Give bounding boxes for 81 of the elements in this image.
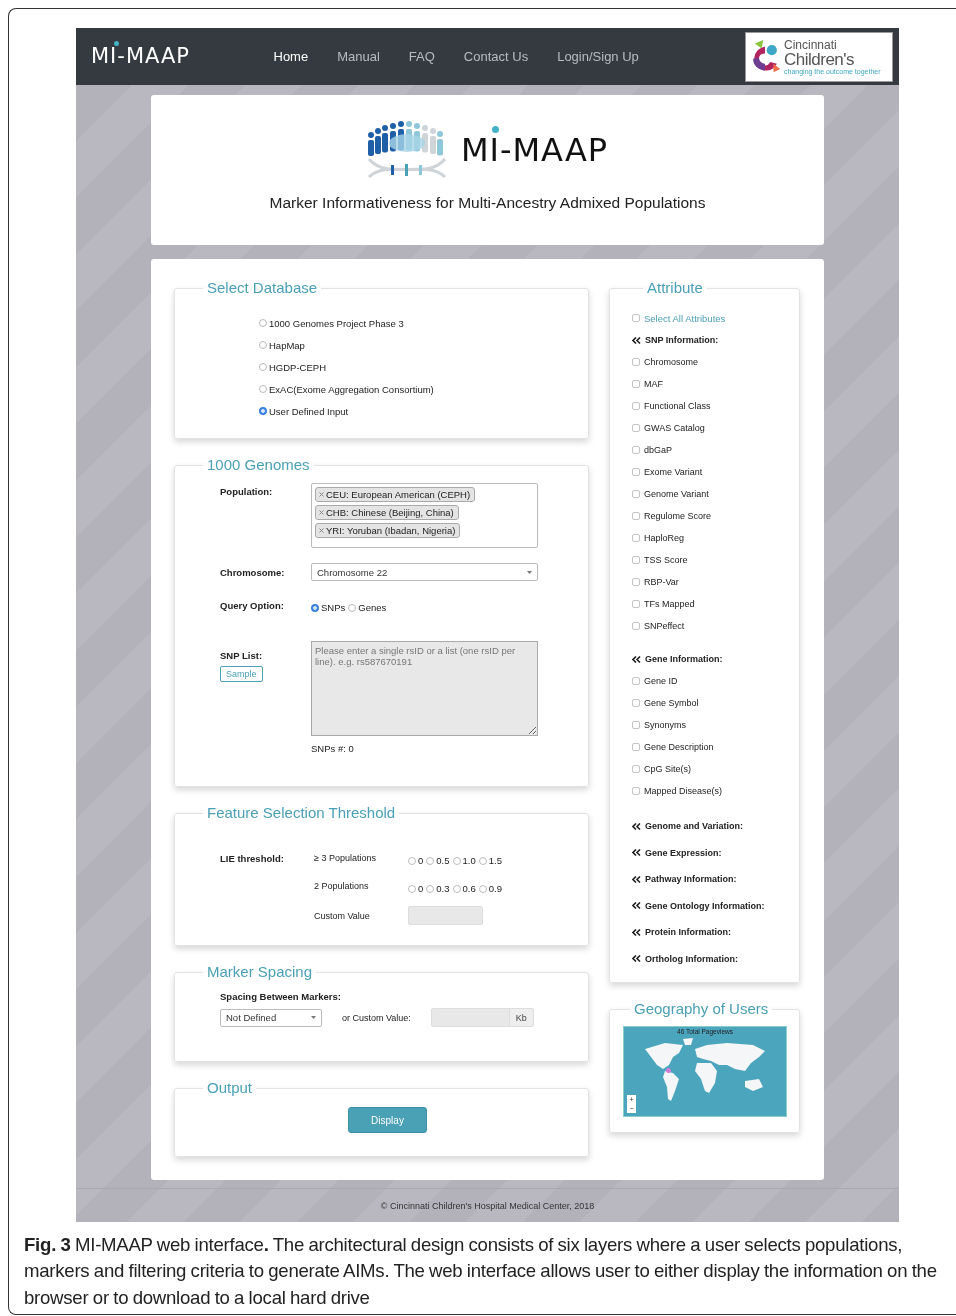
field-label: Population: — [220, 486, 274, 499]
option-label: Genome Variant — [644, 489, 709, 499]
option-label: SNPs — [321, 602, 346, 613]
option-label: Gene ID — [644, 676, 678, 686]
option-label: CpG Site(s) — [644, 764, 691, 774]
option-label: Gene Symbol — [644, 698, 699, 708]
panel-title: 1000 Genomes — [207, 456, 310, 473]
panel-title: Geography of Users — [634, 1000, 769, 1017]
custom-spacing-field[interactable]: Kb — [430, 1008, 534, 1027]
nav-link[interactable]: Login/Sign Up — [542, 49, 654, 64]
nav-link[interactable]: Home — [259, 49, 323, 64]
population-tag[interactable]: CEU: European American (CEPH) — [315, 487, 476, 502]
option-label: 0.5 — [436, 855, 450, 866]
option-label: ExAC(Exome Aggregation Consortium) — [269, 383, 434, 395]
snp-list-field[interactable]: Please enter a single rsID or a list (one rsID per line). e.g. rs587670191 — [311, 641, 538, 736]
copyright-text: © Cincinnati Children's Hospital Medical Center, 2018 — [380, 1200, 595, 1211]
option-label: 0 — [418, 883, 424, 894]
row-label: 2 Populations — [314, 881, 370, 891]
logo-text: Children's — [784, 50, 856, 68]
panel-title: Output — [207, 1079, 253, 1096]
option-label: Synonyms — [644, 720, 687, 730]
option-label: 1.0 — [462, 855, 476, 866]
option-label: Regulome Score — [644, 511, 712, 521]
group-heading[interactable]: Gene Expression: — [645, 847, 722, 858]
group-heading[interactable]: Gene Information: — [645, 654, 723, 664]
unit-addon: Kb — [508, 1009, 533, 1026]
figure-caption: Fig. 3 MI-MAAP web interface. The architectural design consists of six layers where a user selects populations, markers and filtering criteria to generate AIMs. The web interface allows user to either display the information on the browser or to download to a local hard drive — [23, 1233, 938, 1310]
option-label: TFs Mapped — [644, 599, 695, 609]
site-subtitle: Marker Informativeness for Multi-Ancestry Admixed Populations — [269, 194, 706, 212]
spacing-select[interactable]: Not Defined — [220, 1008, 322, 1027]
panel-title: Feature Selection Threshold — [207, 804, 396, 821]
group-heading[interactable]: Pathway Information: — [645, 874, 737, 885]
option-label: GWAS Catalog — [644, 423, 705, 433]
option-label: dbGaP — [644, 445, 673, 455]
panel-title: Marker Spacing — [207, 963, 313, 980]
field-label: or Custom Value: — [342, 1012, 411, 1023]
option-label: SNPeffect — [644, 621, 685, 631]
option-label: HaploReg — [644, 533, 685, 543]
option-label: Gene Description — [644, 742, 714, 752]
option-label: Exome Variant — [644, 467, 703, 477]
option-label: TSS Score — [644, 555, 688, 565]
field-label: Spacing Between Markers: — [220, 991, 342, 1002]
nav-link[interactable]: FAQ — [394, 49, 450, 64]
group-heading[interactable]: SNP Information: — [645, 335, 719, 345]
field-label: Query Option: — [220, 600, 285, 613]
site-title: MI-MAAP — [460, 136, 609, 164]
option-label: User Defined Input — [269, 405, 349, 417]
group-heading[interactable]: Genome and Variation: — [645, 821, 744, 832]
panel-title: Attribute — [647, 279, 703, 296]
field-label: LIE threshold: — [220, 852, 285, 864]
row-label: ≥ 3 Populations — [314, 853, 377, 863]
field-label: SNP List: — [220, 650, 264, 661]
population-field[interactable]: CEU: European American (CEPH) CHB: Chinese (Beijing, China) YRI: Yoruban (Ibadan, Nigeria) — [311, 483, 538, 548]
option-label: Chromosome — [644, 357, 699, 367]
logo-text: Cincinnati — [784, 38, 838, 51]
option-label: 1.5 — [488, 855, 502, 866]
group-heading[interactable]: Gene Ontology Information: — [645, 900, 765, 911]
group-heading[interactable]: Protein Information: — [645, 927, 731, 938]
row-label: Custom Value — [314, 910, 371, 921]
option-label: 0.3 — [436, 883, 450, 894]
option-label: HapMap — [269, 339, 305, 351]
chromosome-select[interactable]: Chromosome 22 — [311, 563, 538, 581]
brand-logo[interactable]: MI-MAAP — [91, 48, 259, 65]
option-label: HGDP-CEPH — [269, 361, 326, 373]
option-label: 0.6 — [462, 883, 476, 894]
group-heading[interactable]: Ortholog Information: — [645, 953, 738, 964]
option-label: Functional Class — [644, 401, 711, 411]
option-label: 0.9 — [488, 883, 502, 894]
option-label: RBP-Var — [644, 577, 679, 587]
option-label: MAF — [644, 379, 663, 389]
panel-title: Select Database — [207, 279, 318, 296]
option-label: 0 — [418, 855, 424, 866]
field-label: Chromosome: — [220, 567, 286, 580]
nav-link[interactable]: Manual — [322, 49, 395, 64]
option-label: Mapped Disease(s) — [644, 786, 723, 796]
population-tag[interactable]: CHB: Chinese (Beijing, China) — [315, 505, 459, 520]
snp-count: SNPs #: 0 — [311, 743, 355, 754]
population-tag[interactable]: YRI: Yoruban (Ibadan, Nigeria) — [315, 523, 461, 538]
nav-link[interactable]: Contact Us — [449, 49, 543, 64]
option-label: Genes — [358, 602, 387, 613]
option-label: 1000 Genomes Project Phase 3 — [269, 317, 404, 329]
